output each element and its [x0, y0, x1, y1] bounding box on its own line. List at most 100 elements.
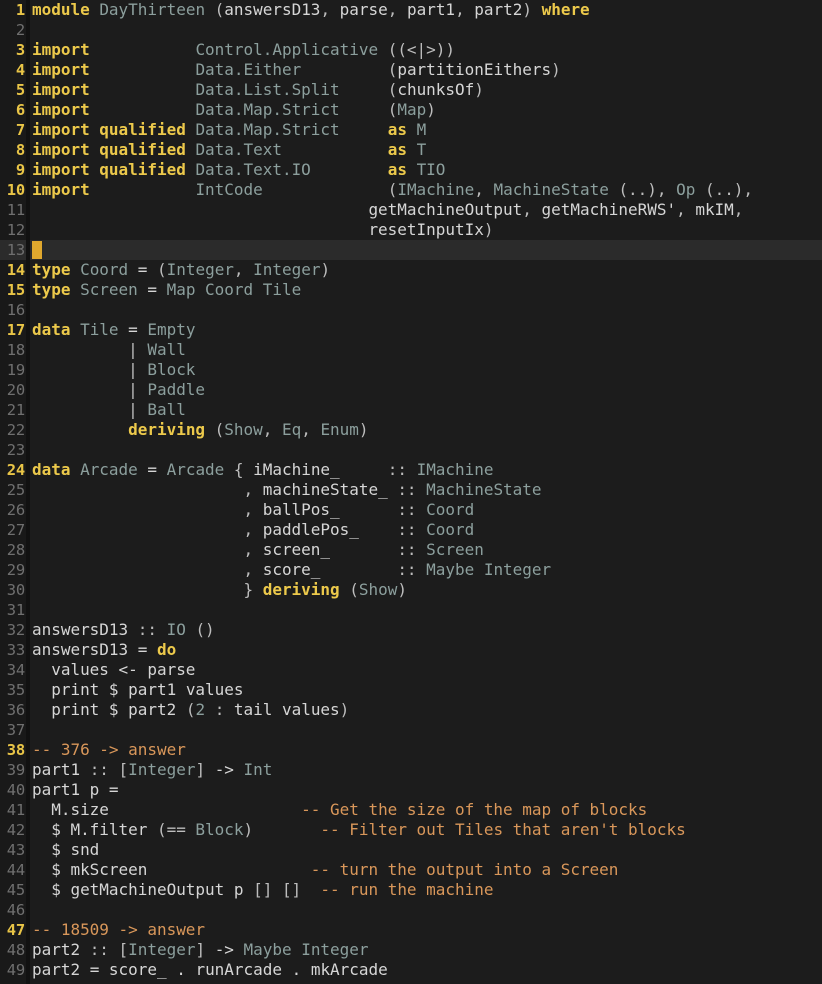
- token-ty: IMachine: [397, 180, 475, 199]
- code-line[interactable]: 36 print $ part2 (2 : tail values): [0, 700, 822, 720]
- code-text[interactable]: $ M.filter (== Block) -- Filter out Tile…: [32, 820, 686, 840]
- code-text[interactable]: type Coord = (Integer, Integer): [32, 260, 330, 280]
- code-text[interactable]: , paddlePos_ :: Coord: [32, 520, 474, 540]
- code-text[interactable]: type Screen = Map Coord Tile: [32, 280, 301, 300]
- code-line[interactable]: 23: [0, 440, 822, 460]
- code-line[interactable]: 4 import Data.Either (partitionEithers): [0, 60, 822, 80]
- code-text[interactable]: data Arcade = Arcade { iMachine_ :: IMac…: [32, 460, 494, 480]
- code-text[interactable]: part2 :: [Integer] -> Maybe Integer: [32, 940, 369, 960]
- code-text[interactable]: $ getMachineOutput p [] [] -- run the ma…: [32, 880, 493, 900]
- code-line[interactable]: 14 type Coord = (Integer, Integer): [0, 260, 822, 280]
- code-line[interactable]: 45 $ getMachineOutput p [] [] -- run the…: [0, 880, 822, 900]
- code-line[interactable]: 21 | Ball: [0, 400, 822, 420]
- code-line[interactable]: 10 import IntCode (IMachine, MachineState…: [0, 180, 822, 200]
- code-line[interactable]: 7 import qualified Data.Map.Strict as M: [0, 120, 822, 140]
- code-text[interactable]: data Tile = Empty: [32, 320, 195, 340]
- code-text[interactable]: , score_ :: Maybe Integer: [32, 560, 551, 580]
- code-text[interactable]: answersD13 :: IO (): [32, 620, 215, 640]
- code-text[interactable]: , ballPos_ :: Coord: [32, 500, 474, 520]
- code-text[interactable]: import qualified Data.Text.IO as TIO: [32, 160, 445, 180]
- code-line[interactable]: 19 | Block: [0, 360, 822, 380]
- code-line[interactable]: 34 values <- parse: [0, 660, 822, 680]
- code-editor[interactable]: 1 module DayThirteen (answersD13, parse, …: [0, 0, 822, 984]
- code-line[interactable]: 29 , score_ :: Maybe Integer: [0, 560, 822, 580]
- token-pn: [] []: [253, 880, 302, 899]
- token-cm: -- 376 -> answer: [32, 740, 186, 759]
- code-line[interactable]: 46: [0, 900, 822, 920]
- code-text[interactable]: part1 p =: [32, 780, 119, 800]
- code-line[interactable]: 22 deriving (Show, Eq, Enum): [0, 420, 822, 440]
- code-line[interactable]: 47 -- 18509 -> answer: [0, 920, 822, 940]
- code-line[interactable]: 44 $ mkScreen -- turn the output into a …: [0, 860, 822, 880]
- code-text[interactable]: import IntCode (IMachine, MachineState (…: [32, 180, 753, 200]
- token-id: [90, 80, 196, 99]
- code-line[interactable]: 37: [0, 720, 822, 740]
- code-text[interactable]: getMachineOutput, getMachineRWS', mkIM,: [32, 200, 743, 220]
- code-text[interactable]: | Ball: [32, 400, 186, 420]
- code-text[interactable]: M.size -- Get the size of the map of blo…: [32, 800, 647, 820]
- code-line[interactable]: 13: [0, 240, 822, 260]
- code-line[interactable]: 43 $ snd: [0, 840, 822, 860]
- code-text[interactable]: part2 = score_ . runArcade . mkArcade: [32, 960, 388, 980]
- code-text[interactable]: $ snd: [32, 840, 99, 860]
- code-text[interactable]: } deriving (Show): [32, 580, 406, 600]
- code-line[interactable]: 1 module DayThirteen (answersD13, parse, …: [0, 0, 822, 20]
- code-line[interactable]: 17 data Tile = Empty: [0, 320, 822, 340]
- code-text[interactable]: , screen_ :: Screen: [32, 540, 483, 560]
- code-line[interactable]: 15 type Screen = Map Coord Tile: [0, 280, 822, 300]
- code-text[interactable]: , machineState_ :: MachineState: [32, 480, 541, 500]
- code-lines-container[interactable]: 1 module DayThirteen (answersD13, parse, …: [0, 0, 822, 980]
- code-line[interactable]: 38 -- 376 -> answer: [0, 740, 822, 760]
- code-line[interactable]: 6 import Data.Map.Strict (Map): [0, 100, 822, 120]
- code-line[interactable]: 9 import qualified Data.Text.IO as TIO: [0, 160, 822, 180]
- code-line[interactable]: 35 print $ part1 values: [0, 680, 822, 700]
- line-number: 13: [6, 241, 25, 259]
- code-line[interactable]: 5 import Data.List.Split (chunksOf): [0, 80, 822, 100]
- code-line[interactable]: 8 import qualified Data.Text as T: [0, 140, 822, 160]
- code-text[interactable]: part1 :: [Integer] -> Int: [32, 760, 272, 780]
- code-text[interactable]: import Data.Either (partitionEithers): [32, 60, 561, 80]
- code-line[interactable]: 48 part2 :: [Integer] -> Maybe Integer: [0, 940, 822, 960]
- code-line[interactable]: 49 part2 = score_ . runArcade . mkArcade: [0, 960, 822, 980]
- code-line[interactable]: 12 resetInputIx): [0, 220, 822, 240]
- code-line[interactable]: 16: [0, 300, 822, 320]
- code-line[interactable]: 33 answersD13 = do: [0, 640, 822, 660]
- code-line[interactable]: 24 data Arcade = Arcade { iMachine_ :: IM…: [0, 460, 822, 480]
- code-line[interactable]: 2: [0, 20, 822, 40]
- code-line[interactable]: 18 | Wall: [0, 340, 822, 360]
- code-text[interactable]: | Block: [32, 360, 195, 380]
- code-text[interactable]: import Control.Applicative ((<|>)): [32, 40, 455, 60]
- code-line[interactable]: 31: [0, 600, 822, 620]
- code-text[interactable]: -- 18509 -> answer: [32, 920, 205, 940]
- code-text[interactable]: print $ part2 (2 : tail values): [32, 700, 349, 720]
- code-text[interactable]: import qualified Data.Map.Strict as M: [32, 120, 426, 140]
- code-text[interactable]: | Paddle: [32, 380, 205, 400]
- code-line[interactable]: 25 , machineState_ :: MachineState: [0, 480, 822, 500]
- code-line[interactable]: 40 part1 p =: [0, 780, 822, 800]
- code-line[interactable]: 3 import Control.Applicative ((<|>)): [0, 40, 822, 60]
- line-number: 46: [6, 901, 25, 919]
- code-text[interactable]: answersD13 = do: [32, 640, 176, 660]
- code-line[interactable]: 32 answersD13 :: IO (): [0, 620, 822, 640]
- code-text[interactable]: values <- parse: [32, 660, 195, 680]
- code-text[interactable]: $ mkScreen -- turn the output into a Scr…: [32, 860, 618, 880]
- code-text[interactable]: import qualified Data.Text as T: [32, 140, 426, 160]
- code-line[interactable]: 27 , paddlePos_ :: Coord: [0, 520, 822, 540]
- code-text[interactable]: | Wall: [32, 340, 186, 360]
- code-text[interactable]: module DayThirteen (answersD13, parse, p…: [32, 0, 590, 20]
- code-line[interactable]: 30 } deriving (Show): [0, 580, 822, 600]
- code-text[interactable]: print $ part1 values: [32, 680, 243, 700]
- code-line[interactable]: 41 M.size -- Get the size of the map of …: [0, 800, 822, 820]
- line-number: 3: [15, 41, 25, 59]
- code-line[interactable]: 26 , ballPos_ :: Coord: [0, 500, 822, 520]
- code-line[interactable]: 42 $ M.filter (== Block) -- Filter out T…: [0, 820, 822, 840]
- code-text[interactable]: import Data.List.Split (chunksOf): [32, 80, 484, 100]
- code-text[interactable]: resetInputIx): [32, 220, 493, 240]
- code-line[interactable]: 39 part1 :: [Integer] -> Int: [0, 760, 822, 780]
- code-text[interactable]: -- 376 -> answer: [32, 740, 186, 760]
- code-line[interactable]: 11 getMachineOutput, getMachineRWS', mkI…: [0, 200, 822, 220]
- code-text[interactable]: deriving (Show, Eq, Enum): [32, 420, 368, 440]
- code-line[interactable]: 28 , screen_ :: Screen: [0, 540, 822, 560]
- code-line[interactable]: 20 | Paddle: [0, 380, 822, 400]
- code-text[interactable]: import Data.Map.Strict (Map): [32, 100, 436, 120]
